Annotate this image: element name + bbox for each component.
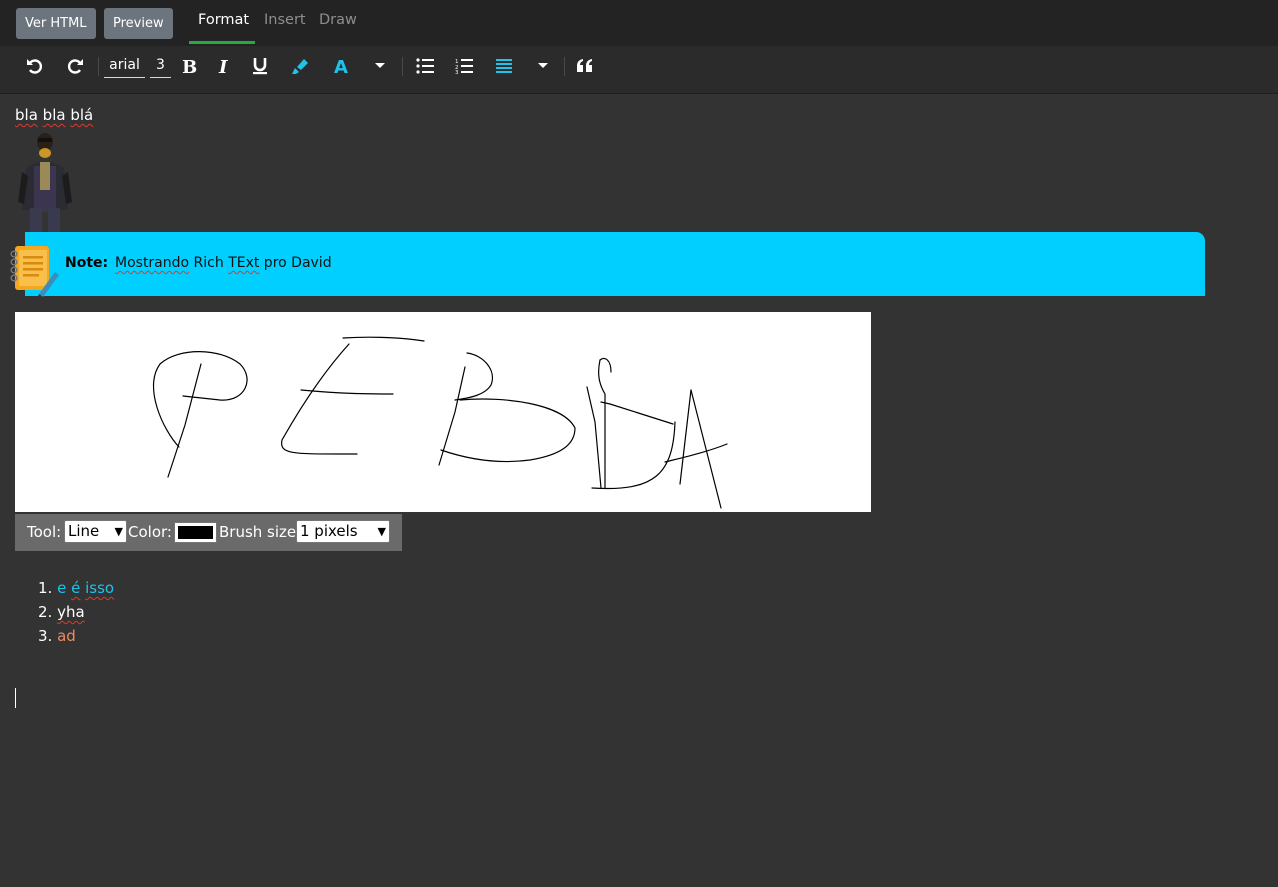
text-word: blá xyxy=(70,106,94,124)
top-bar: Ver HTML Preview Format Insert Draw xyxy=(0,0,1278,46)
color-label: Color: xyxy=(128,523,172,541)
font-size-field[interactable]: 3 xyxy=(150,55,171,78)
format-toolbar: arial 3 B I A 123 xyxy=(0,46,1278,94)
brush-size-value: 1 pixels xyxy=(300,522,358,540)
bold-icon[interactable]: B xyxy=(179,46,199,86)
tab-draw[interactable]: Draw xyxy=(319,12,357,28)
brush-size-select[interactable]: 1 pixels ▼ xyxy=(296,520,390,543)
list-word: yha xyxy=(57,603,85,621)
preview-button[interactable]: Preview xyxy=(104,8,173,39)
list-word: ad xyxy=(57,627,76,645)
note-word: Rich xyxy=(189,255,229,271)
chevron-down-icon: ▼ xyxy=(377,525,386,538)
list-word: é xyxy=(71,579,81,597)
text-line-bla: bla bla blá xyxy=(15,106,93,124)
quote-icon[interactable] xyxy=(575,46,595,86)
list-item: 3. ad xyxy=(38,626,114,650)
dropdown-icon[interactable] xyxy=(535,46,551,86)
notebook-icon xyxy=(10,246,59,299)
toolbar-separator xyxy=(402,57,403,76)
note-word: pro David xyxy=(259,255,332,271)
drawing-controls: Tool: Line ▼ Color: Brush size: 1 pixels… xyxy=(15,514,402,551)
italic-icon[interactable]: I xyxy=(215,46,235,86)
dropdown-icon[interactable] xyxy=(372,46,388,86)
tool-label: Tool: xyxy=(27,523,62,541)
list-word: isso xyxy=(85,579,115,597)
note-label: Note: xyxy=(65,255,109,271)
font-color-icon[interactable]: A xyxy=(331,46,353,86)
underline-icon[interactable] xyxy=(250,46,270,86)
view-html-button[interactable]: Ver HTML xyxy=(16,8,96,39)
brush-size-label: Brush size: xyxy=(219,523,302,541)
note-text: Mostrando Rich TExt pro David xyxy=(115,255,332,271)
color-swatch-fill xyxy=(178,526,213,539)
note-word: TExt xyxy=(228,255,260,271)
svg-text:3: 3 xyxy=(455,70,459,74)
person-image xyxy=(18,133,72,232)
align-icon[interactable] xyxy=(494,46,514,86)
list-number: 2. xyxy=(38,603,53,621)
font-family-field[interactable]: arial xyxy=(104,55,145,78)
svg-text:I: I xyxy=(218,57,228,75)
text-word: bla xyxy=(42,106,66,124)
drawing-canvas[interactable] xyxy=(15,312,871,512)
list-number: 1. xyxy=(38,579,53,597)
note-word: Mostrando xyxy=(115,255,190,271)
tab-format[interactable]: Format xyxy=(198,12,249,28)
text-cursor[interactable] xyxy=(15,688,16,708)
list-item: 1. e é isso xyxy=(38,578,114,602)
toolbar-separator xyxy=(98,57,99,76)
undo-icon[interactable] xyxy=(24,46,46,86)
active-tab-indicator xyxy=(189,41,255,44)
color-picker[interactable] xyxy=(174,522,217,543)
svg-text:B: B xyxy=(182,57,197,75)
redo-icon[interactable] xyxy=(64,46,86,86)
list-item: 2. yha xyxy=(38,602,114,626)
list-word: e xyxy=(57,579,67,597)
ordered-list: 1. e é isso 2. yha 3. ad xyxy=(38,578,114,650)
svg-text:A: A xyxy=(334,57,348,75)
toolbar-separator xyxy=(564,57,565,76)
highlighter-icon[interactable] xyxy=(289,46,311,86)
tool-select[interactable]: Line ▼ xyxy=(64,520,127,543)
numbered-list-icon[interactable]: 123 xyxy=(453,46,475,86)
bullet-list-icon[interactable] xyxy=(414,46,436,86)
tab-insert[interactable]: Insert xyxy=(264,12,306,28)
tool-select-value: Line xyxy=(68,522,100,540)
text-word: bla xyxy=(15,106,38,124)
chevron-down-icon: ▼ xyxy=(114,525,123,538)
list-number: 3. xyxy=(38,627,53,645)
